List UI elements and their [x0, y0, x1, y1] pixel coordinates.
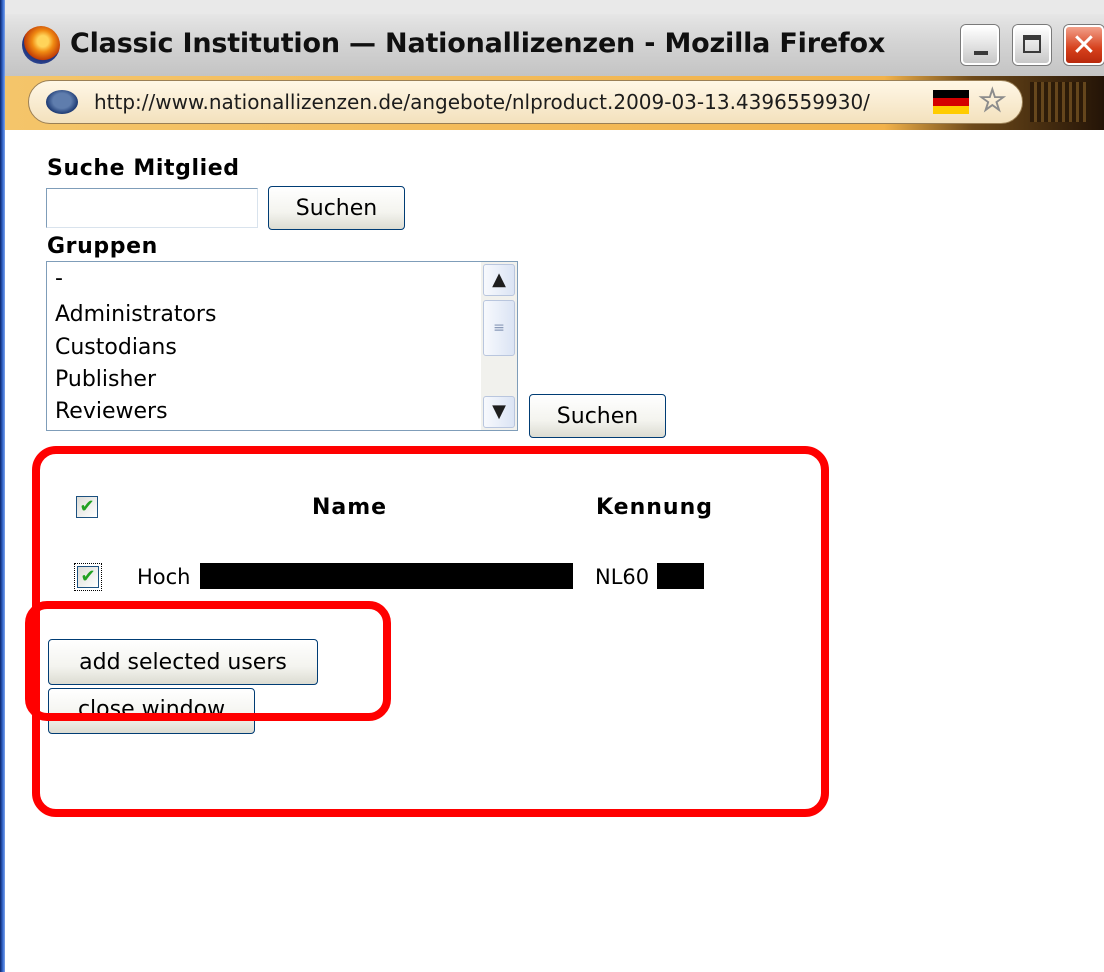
group-option[interactable]: Custodians — [55, 335, 177, 360]
group-option[interactable]: - — [55, 266, 63, 291]
search-member-label: Suche Mitglied — [47, 156, 240, 181]
groups-listbox[interactable]: - Administrators Custodians Publisher Re… — [46, 261, 518, 431]
group-option[interactable]: Administrators — [55, 302, 216, 327]
bookmark-star-icon[interactable]: ☆ — [978, 84, 1012, 117]
search-groups-button[interactable]: Suchen — [529, 394, 666, 438]
minimize-icon — [974, 51, 988, 55]
group-option[interactable]: Reviewers — [55, 399, 168, 424]
toolbar-background-texture — [1030, 82, 1090, 122]
close-icon: ✕ — [1071, 28, 1097, 63]
window-top-edge — [0, 0, 1104, 14]
search-member-input[interactable] — [46, 188, 258, 228]
window-title: Classic Institution — Nationallizenzen -… — [70, 28, 886, 59]
maximize-button[interactable] — [1013, 25, 1051, 65]
maximize-icon — [1023, 35, 1041, 53]
minimize-button[interactable] — [961, 25, 999, 65]
window-left-border — [0, 0, 5, 972]
group-option[interactable]: Publisher — [55, 367, 156, 392]
firefox-icon — [22, 26, 60, 64]
groups-scrollbar[interactable]: ▲ ≡ ▼ — [481, 262, 517, 430]
site-identity-icon[interactable] — [46, 90, 78, 114]
close-button[interactable]: ✕ — [1064, 25, 1104, 65]
scroll-thumb[interactable]: ≡ — [483, 300, 515, 356]
search-member-button[interactable]: Suchen — [268, 186, 405, 230]
german-flag-icon — [933, 90, 969, 114]
highlight-outline-add-button — [25, 601, 391, 721]
groups-label: Gruppen — [47, 234, 158, 259]
url-text[interactable]: http://www.nationallizenzen.de/angebote/… — [94, 90, 870, 114]
scroll-up-arrow-icon[interactable]: ▲ — [483, 264, 515, 296]
scroll-down-arrow-icon[interactable]: ▼ — [483, 396, 515, 428]
